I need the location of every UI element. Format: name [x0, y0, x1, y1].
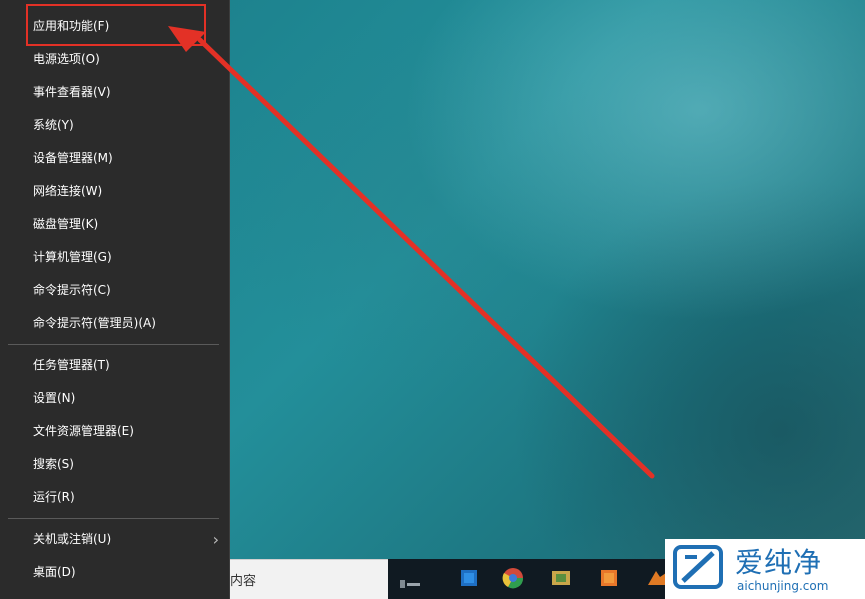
app-icon[interactable]: [550, 567, 572, 589]
menu-item-label: 设备管理器(M): [33, 151, 113, 165]
menu-item-system[interactable]: 系统(Y): [0, 109, 229, 142]
menu-item-label: 电源选项(O): [33, 52, 100, 66]
watermark-title: 爱纯净: [735, 546, 823, 579]
menu-item-label: 计算机管理(G): [33, 250, 112, 264]
menu-item-label: 命令提示符(管理员)(A): [33, 316, 156, 330]
watermark-logo-icon: [673, 545, 723, 589]
store-icon[interactable]: [458, 567, 480, 589]
menu-item-label: 命令提示符(C): [33, 283, 111, 297]
files-icon[interactable]: [598, 567, 620, 589]
menu-item-apps-features[interactable]: 应用和功能(F): [0, 4, 229, 46]
menu-item-label: 运行(R): [33, 490, 75, 504]
menu-item-label: 桌面(D): [33, 565, 76, 579]
watermark-url: aichunjing.com: [737, 579, 829, 593]
menu-item-disk-management[interactable]: 磁盘管理(K): [0, 208, 229, 241]
menu-separator: [8, 518, 219, 519]
taskbar-search-text: 内容: [230, 574, 257, 589]
menu-item-task-manager[interactable]: 任务管理器(T): [0, 349, 229, 382]
menu-item-device-manager[interactable]: 设备管理器(M): [0, 142, 229, 175]
menu-item-label: 搜索(S): [33, 457, 74, 471]
menu-item-network-connections[interactable]: 网络连接(W): [0, 175, 229, 208]
menu-item-file-explorer[interactable]: 文件资源管理器(E): [0, 415, 229, 448]
menu-item-computer-management[interactable]: 计算机管理(G): [0, 241, 229, 274]
menu-item-label: 设置(N): [33, 391, 76, 405]
menu-item-label: 网络连接(W): [33, 184, 103, 198]
quick-link-menu: 应用和功能(F) 电源选项(O) 事件查看器(V) 系统(Y) 设备管理器(M) 网络连接…: [0, 0, 230, 599]
watermark: 爱纯净 aichunjing.com: [665, 539, 865, 599]
menu-item-power-options[interactable]: 电源选项(O): [0, 43, 229, 76]
menu-item-label: 系统(Y): [33, 118, 74, 132]
menu-item-settings[interactable]: 设置(N): [0, 382, 229, 415]
menu-item-label: 磁盘管理(K): [33, 217, 99, 231]
menu-item-label: 任务管理器(T): [33, 358, 110, 372]
menu-item-label: 事件查看器(V): [33, 85, 111, 99]
menu-item-search[interactable]: 搜索(S): [0, 448, 229, 481]
menu-item-shutdown-signout[interactable]: 关机或注销(U) ›: [0, 523, 229, 556]
menu-item-desktop[interactable]: 桌面(D): [0, 556, 229, 589]
menu-item-event-viewer[interactable]: 事件查看器(V): [0, 76, 229, 109]
menu-item-label: 关机或注销(U): [33, 532, 112, 546]
chrome-icon[interactable]: [502, 567, 524, 589]
menu-item-label: 文件资源管理器(E): [33, 424, 134, 438]
taskbar-search-box[interactable]: 内容: [230, 559, 388, 599]
menu-item-label: 应用和功能(F): [33, 19, 110, 33]
menu-item-run[interactable]: 运行(R): [0, 481, 229, 514]
task-view-icon[interactable]: [400, 573, 420, 588]
chevron-right-icon: ›: [212, 530, 219, 549]
menu-item-command-prompt-admin[interactable]: 命令提示符(管理员)(A): [0, 307, 229, 340]
menu-separator: [8, 344, 219, 345]
menu-item-command-prompt[interactable]: 命令提示符(C): [0, 274, 229, 307]
